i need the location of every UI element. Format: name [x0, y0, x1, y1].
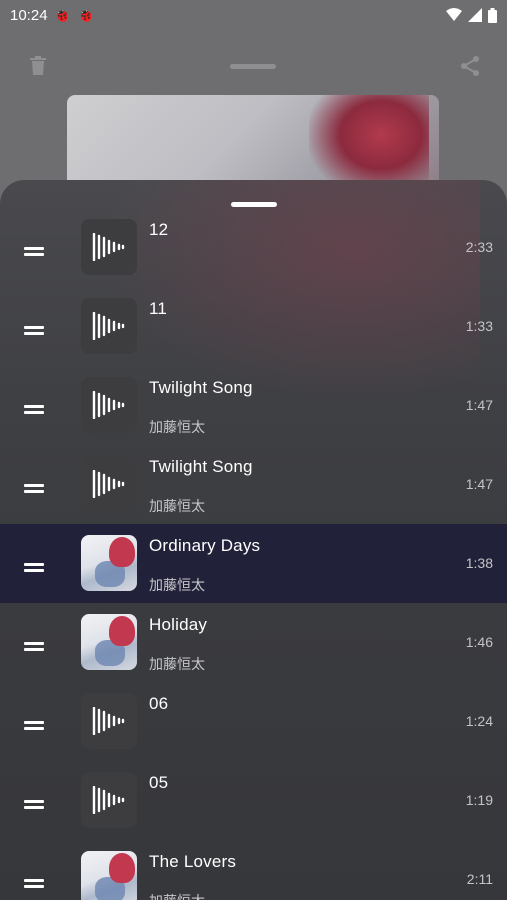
queue-item[interactable]: 05 1:19	[0, 761, 507, 840]
status-bar: 10:24 🐞 🐞	[0, 0, 507, 30]
queue-item[interactable]: Ordinary Days 加藤恒太 1:38	[0, 524, 507, 603]
bug-icon: 🐞	[53, 6, 71, 23]
wifi-icon	[446, 8, 462, 21]
trash-icon[interactable]	[26, 54, 50, 78]
track-duration: 1:19	[465, 792, 493, 808]
drag-handle-icon[interactable]	[24, 800, 44, 809]
drag-handle-icon[interactable]	[24, 879, 44, 888]
queue-item[interactable]: 11 1:33	[0, 287, 507, 366]
track-title: Twilight Song	[149, 457, 253, 476]
album-art-thumbnail	[81, 535, 137, 591]
battery-icon	[488, 7, 497, 23]
track-title: 11	[149, 299, 168, 318]
track-title: 05	[149, 773, 169, 792]
track-duration: 2:11	[466, 871, 493, 887]
share-icon[interactable]	[458, 54, 482, 78]
track-duration: 1:24	[465, 713, 493, 729]
drag-handle-icon[interactable]	[24, 642, 44, 651]
track-duration: 1:33	[465, 318, 493, 334]
drag-handle-icon[interactable]	[24, 721, 44, 730]
drag-handle-icon[interactable]	[24, 484, 44, 493]
track-artist: 加藤恒太	[149, 577, 205, 593]
track-title: Ordinary Days	[149, 536, 261, 555]
track-title: Holiday	[149, 615, 208, 634]
sheet-drag-handle[interactable]	[231, 202, 277, 207]
clock: 10:24	[10, 6, 48, 24]
track-title: 12	[149, 220, 169, 239]
waveform-icon	[81, 219, 137, 275]
queue-item[interactable]: The Lovers 加藤恒太 2:11	[0, 840, 507, 900]
queue-item[interactable]: 12 2:33	[0, 208, 507, 287]
bug-icon: 🐞	[76, 6, 95, 23]
waveform-icon	[81, 456, 137, 512]
drag-handle-icon[interactable]	[24, 247, 44, 256]
track-duration: 1:47	[465, 397, 493, 413]
drag-handle-icon[interactable]	[24, 563, 44, 572]
waveform-icon	[81, 377, 137, 433]
player-drag-handle[interactable]	[230, 64, 276, 69]
queue-item[interactable]: Holiday 加藤恒太 1:46	[0, 603, 507, 682]
track-title: The Lovers	[149, 852, 237, 871]
track-title: 06	[149, 694, 169, 713]
track-duration: 1:46	[465, 634, 493, 650]
track-title: Twilight Song	[149, 378, 253, 397]
queue-item[interactable]: Twilight Song 加藤恒太 1:47	[0, 366, 507, 445]
waveform-icon	[81, 298, 137, 354]
signal-icon	[468, 8, 482, 22]
album-art-thumbnail	[81, 851, 137, 900]
track-artist: 加藤恒太	[149, 656, 205, 672]
track-artist: 加藤恒太	[149, 891, 205, 900]
waveform-icon	[81, 693, 137, 749]
track-artist: 加藤恒太	[149, 419, 205, 435]
waveform-icon	[81, 772, 137, 828]
track-artist: 加藤恒太	[149, 498, 205, 514]
album-art-thumbnail	[81, 614, 137, 670]
queue-item[interactable]: Twilight Song 加藤恒太 1:47	[0, 445, 507, 524]
queue-sheet: 12 2:33 11 1:33 Twilight Song 加藤恒太 1:47 Twiligh…	[0, 180, 507, 900]
drag-handle-icon[interactable]	[24, 405, 44, 414]
drag-handle-icon[interactable]	[24, 326, 44, 335]
track-duration: 1:38	[465, 555, 493, 571]
queue-item[interactable]: 06 1:24	[0, 682, 507, 761]
track-duration: 2:33	[465, 239, 493, 255]
track-duration: 1:47	[465, 476, 493, 492]
